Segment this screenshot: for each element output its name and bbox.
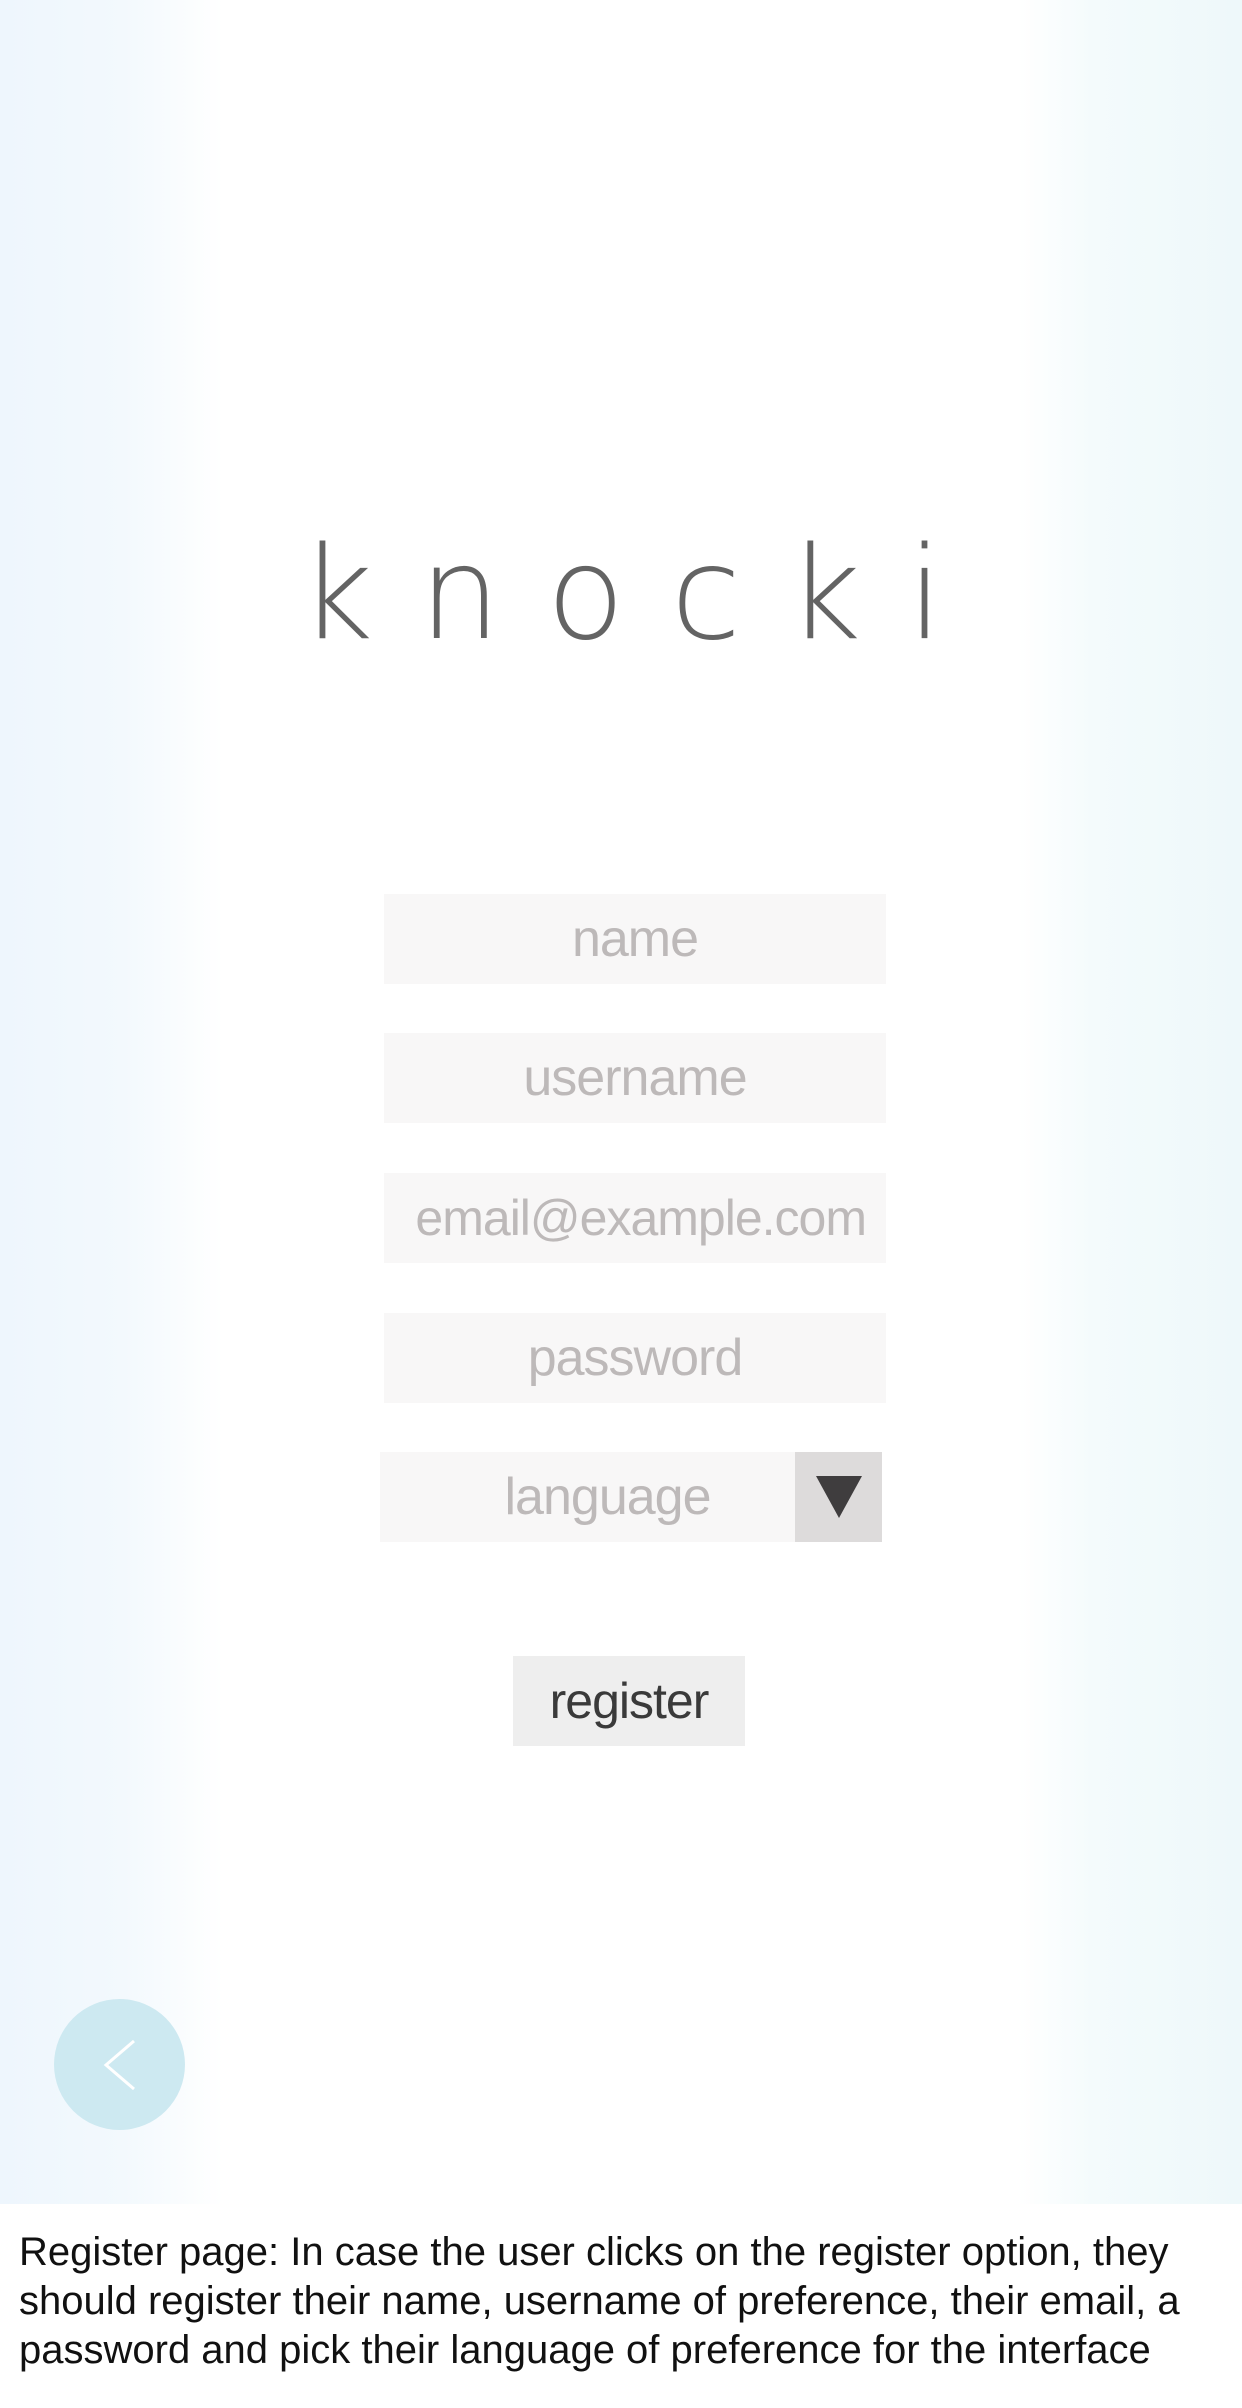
password-input[interactable]	[384, 1313, 886, 1403]
email-field-container	[384, 1173, 886, 1263]
app-logo: knocki	[299, 520, 989, 669]
language-dropdown-button[interactable]	[795, 1452, 882, 1542]
email-input[interactable]	[384, 1173, 886, 1263]
register-button[interactable]: register	[513, 1656, 745, 1746]
username-field-container	[384, 1033, 886, 1123]
username-input[interactable]	[384, 1033, 886, 1123]
back-button[interactable]	[54, 1999, 185, 2130]
language-select[interactable]: language	[380, 1452, 882, 1542]
chevron-left-icon	[103, 2039, 135, 2090]
triangle-down-icon	[815, 1476, 862, 1518]
name-field-container	[384, 894, 886, 984]
name-input[interactable]	[384, 894, 886, 984]
language-select-value: language	[504, 1468, 712, 1526]
password-field-container	[384, 1313, 886, 1403]
page-description: Register page: In case the user clicks o…	[19, 2230, 1180, 2372]
register-screen: knocki language register	[0, 0, 1242, 2204]
